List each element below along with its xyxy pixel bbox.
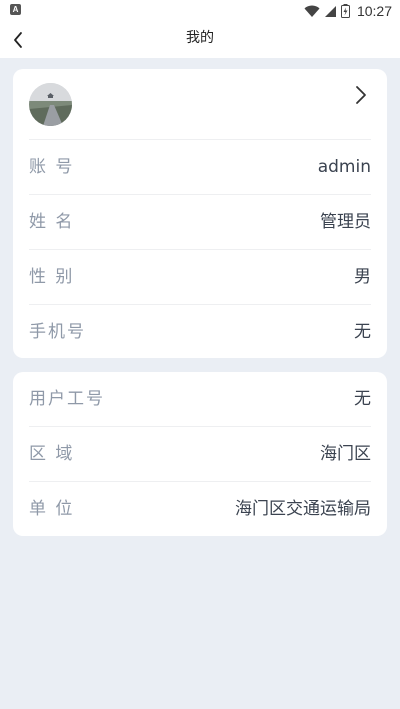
region-value: 海门区 [320,444,371,464]
employee-id-label: 用户工号 [29,389,105,409]
employee-id-row[interactable]: 用户工号 无 [29,372,371,426]
wifi-icon [304,5,320,17]
organization-value: 海门区交通运输局 [235,499,371,519]
gender-row[interactable]: 性 别 男 [29,249,371,304]
avatar [29,83,72,126]
battery-icon [340,4,350,18]
status-icons: 10:27 [304,2,392,20]
header-bar: 我的 [0,22,400,58]
account-value: admin [317,157,371,177]
work-info-card: 用户工号 无 区 域 海门区 单 位 海门区交通运输局 [13,372,387,536]
avatar-image [29,83,72,126]
gender-label: 性 别 [29,267,75,287]
chevron-right-icon [356,86,366,104]
phone-row[interactable]: 手机号 无 [29,304,371,359]
phone-label: 手机号 [29,322,86,342]
organization-row[interactable]: 单 位 海门区交通运输局 [29,481,371,536]
region-row[interactable]: 区 域 海门区 [29,426,371,481]
profile-card: 账 号 admin 姓 名 管理员 性 别 男 手机号 无 [13,69,387,358]
organization-label: 单 位 [29,499,75,519]
avatar-row[interactable] [13,69,387,139]
gender-value: 男 [354,267,371,287]
status-bar: A 10:27 [0,0,400,22]
name-value: 管理员 [320,212,371,232]
account-row[interactable]: 账 号 admin [29,139,371,194]
employee-id-value: 无 [354,389,371,409]
name-row[interactable]: 姓 名 管理员 [29,194,371,249]
signal-icon [324,5,336,17]
status-time: 10:27 [356,3,392,19]
phone-value: 无 [354,322,371,342]
name-label: 姓 名 [29,212,75,232]
page-title: 我的 [186,30,214,46]
region-label: 区 域 [29,444,75,464]
notification-app-icon: A [10,4,21,15]
account-label: 账 号 [29,157,75,177]
